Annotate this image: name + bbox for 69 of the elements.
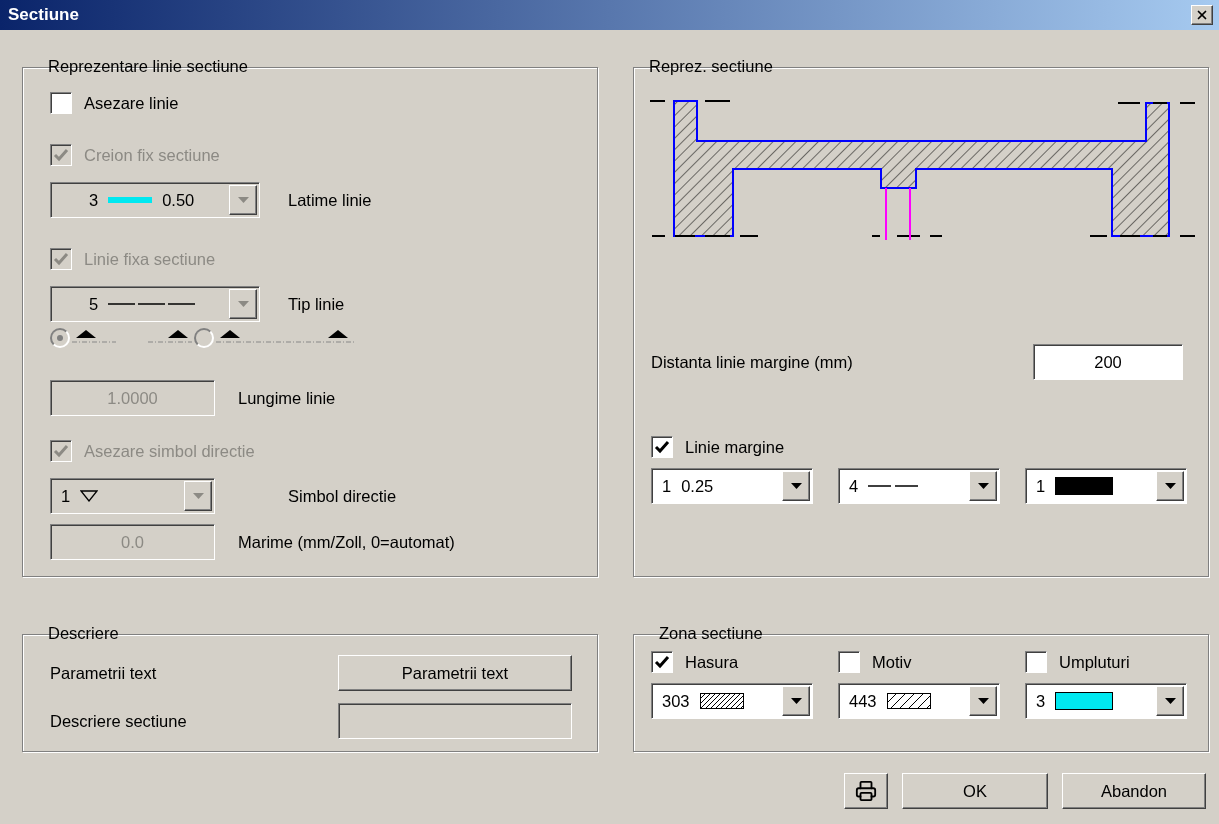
dropdown[interactable]: 4 xyxy=(838,468,1000,504)
check-icon xyxy=(53,444,69,458)
checkbox[interactable] xyxy=(651,436,673,458)
checkbox[interactable] xyxy=(838,651,860,673)
dropdown[interactable]: 1 xyxy=(1025,468,1187,504)
dropdown-value: 1 xyxy=(1036,476,1046,496)
close-icon xyxy=(1195,8,1209,22)
caret-icon xyxy=(977,483,989,489)
group-title: Descriere xyxy=(47,624,120,643)
checkbox[interactable] xyxy=(1025,651,1047,673)
field-label: Simbol directie xyxy=(288,486,397,506)
hatch-pattern-icon xyxy=(886,693,931,709)
dropdown[interactable]: 1 0.25 xyxy=(651,468,813,504)
dropdown-value: 443 xyxy=(849,691,877,711)
dialog-button[interactable]: OK xyxy=(902,773,1048,809)
checkbox-label: Linie fixa sectiune xyxy=(84,249,216,269)
checkbox[interactable] xyxy=(651,651,673,673)
close-button[interactable] xyxy=(1191,5,1213,25)
group-title: Reprezentare linie sectiune xyxy=(47,57,249,76)
check-icon xyxy=(654,655,670,669)
dropdown-value: 0.50 xyxy=(162,190,195,210)
caret-icon xyxy=(237,197,249,203)
checkbox-label: Motiv xyxy=(872,652,912,672)
dropdown-value: 1 xyxy=(61,486,71,506)
field-label: Distanta linie margine (mm) xyxy=(651,352,853,372)
dropdown-value: 3 xyxy=(89,190,99,210)
checkbox-label: Umpluturi xyxy=(1059,652,1130,672)
dropdown-value: 1 xyxy=(662,476,672,496)
text-parameters-button[interactable]: Parametrii text xyxy=(338,655,572,691)
dropdown-value: 5 xyxy=(89,294,99,314)
caret-icon xyxy=(1164,483,1176,489)
printer-icon xyxy=(855,780,877,802)
checkbox-label: Asezare simbol directie xyxy=(84,441,255,461)
print-button[interactable] xyxy=(844,773,888,809)
caret-icon xyxy=(237,301,249,307)
window-title: Sectiune xyxy=(8,5,79,25)
check-icon xyxy=(654,440,670,454)
caret-icon xyxy=(790,483,802,489)
field-label: Tip linie xyxy=(288,294,345,314)
checkbox-label: Creion fix sectiune xyxy=(84,145,220,165)
field-label: Descriere sectiune xyxy=(50,711,187,731)
group-title: Reprez. sectiune xyxy=(648,57,774,76)
checkbox[interactable] xyxy=(50,92,72,114)
input-field[interactable]: 200 xyxy=(1033,344,1183,380)
dropdown[interactable]: 443 xyxy=(838,683,1000,719)
hatch-pattern-icon xyxy=(699,693,744,709)
triangle-icon xyxy=(80,490,99,502)
dialog-button[interactable]: Abandon xyxy=(1062,773,1206,809)
dropdown[interactable]: 3 xyxy=(1025,683,1187,719)
caret-icon xyxy=(192,493,204,499)
line-type-swatch xyxy=(868,485,921,487)
dropdown-value: 0.25 xyxy=(681,476,714,496)
checkbox-label: Hasura xyxy=(685,652,739,672)
field-label: Parametrii text xyxy=(50,663,157,683)
checkbox-label: Linie margine xyxy=(685,437,785,457)
field-label: Latime linie xyxy=(288,190,372,210)
field-label: Marime (mm/Zoll, 0=automat) xyxy=(238,532,455,552)
field-label: Lungime linie xyxy=(238,388,336,408)
check-icon xyxy=(53,252,69,266)
dropdown[interactable]: 303 xyxy=(651,683,813,719)
check-icon xyxy=(53,148,69,162)
checkbox-label: Asezare linie xyxy=(84,93,179,113)
group-title: Zona sectiune xyxy=(658,624,764,643)
caret-icon xyxy=(1164,698,1176,704)
dropdown-value: 3 xyxy=(1036,691,1046,711)
dropdown-value: 303 xyxy=(662,691,690,711)
caret-icon xyxy=(977,698,989,704)
dropdown-value: 4 xyxy=(849,476,859,496)
caret-icon xyxy=(790,698,802,704)
